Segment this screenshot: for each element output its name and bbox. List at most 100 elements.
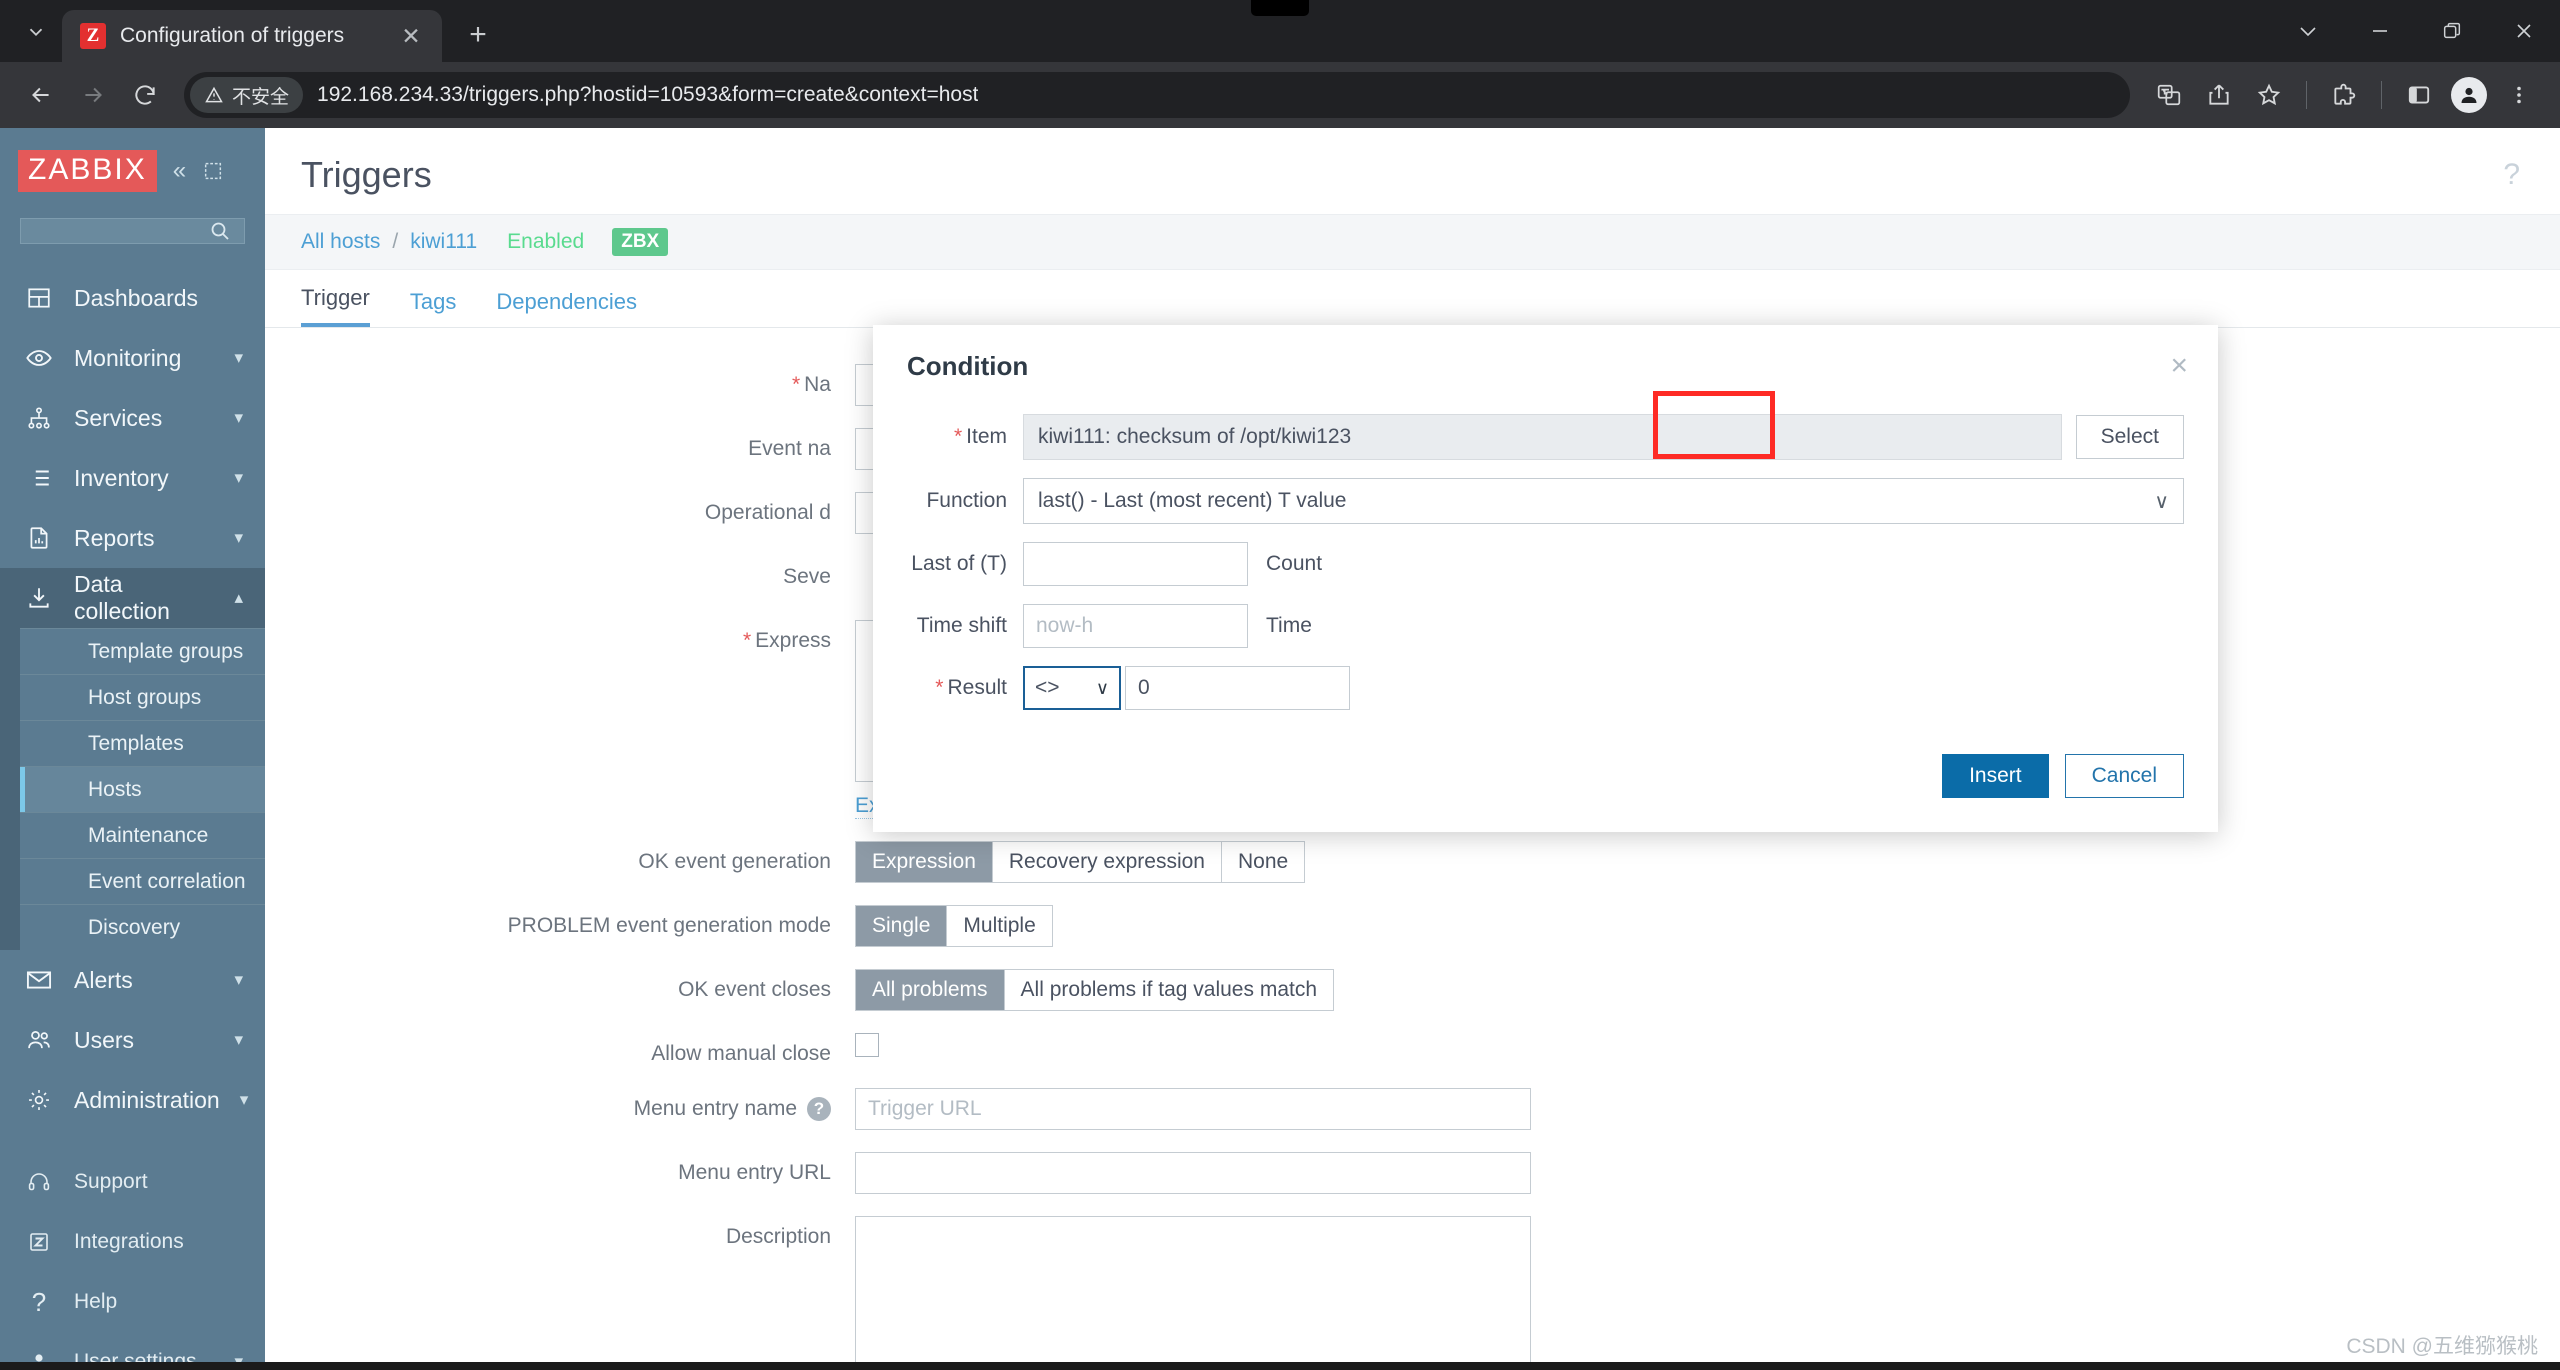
ok-event-generation-control: Expression Recovery expression None [855,841,2560,883]
sidebar-item-host-groups[interactable]: Host groups [20,674,265,720]
dialog-title: Condition [907,351,1029,381]
sub-item-label: Discovery [88,915,181,939]
side-panel-icon[interactable] [2396,72,2442,118]
sidebar-item-administration[interactable]: Administration ▾ [0,1070,265,1130]
host-status[interactable]: Enabled [507,230,584,254]
security-status-chip[interactable]: 不安全 [190,77,304,113]
function-select[interactable]: last() - Last (most recent) T value ∨ [1023,478,2184,524]
tab-search-icon[interactable] [10,6,62,58]
seg-all-problems-tag-match[interactable]: All problems if tag values match [1004,970,1334,1010]
seg-recovery-expression[interactable]: Recovery expression [992,842,1222,882]
item-value-field[interactable]: kiwi111: checksum of /opt/kiwi123 [1023,414,2062,460]
chevron-down-icon: ▾ [239,1090,249,1109]
sub-item-label: Hosts [88,777,142,801]
result-operator-select[interactable]: <> ∨ [1023,666,1121,710]
window-controls [2272,0,2560,62]
sidebar-item-alerts[interactable]: Alerts ▾ [0,950,265,1010]
seg-all-problems[interactable]: All problems [856,970,1005,1010]
close-tab-icon[interactable]: ✕ [396,23,426,50]
menu-entry-url-input[interactable] [855,1152,1531,1194]
toolbar-divider [2306,81,2307,109]
sidebar-item-support[interactable]: Support [0,1152,265,1212]
time-shift-input[interactable] [1023,604,1248,648]
seg-none[interactable]: None [1221,842,1305,882]
sidebar-item-data-collection[interactable]: Data collection ▴ [0,568,265,628]
sidebar-item-maintenance[interactable]: Maintenance [20,812,265,858]
allow-manual-close-checkbox[interactable] [855,1033,879,1057]
tab-tags[interactable]: Tags [410,289,456,327]
sidebar-item-hosts[interactable]: Hosts [20,766,265,812]
security-status-label: 不安全 [232,86,290,108]
page-help-icon[interactable]: ? [2503,158,2520,192]
reload-icon[interactable] [122,72,168,118]
profile-avatar[interactable] [2446,72,2492,118]
menu-entry-name-input[interactable] [855,1088,1531,1130]
page-header: Triggers ? [265,128,2560,214]
extensions-icon[interactable] [2321,72,2367,118]
sidebar-item-template-groups[interactable]: Template groups [20,628,265,674]
item-select-wrap: Select [2075,415,2184,459]
zabbix-logo[interactable]: ZABBIX [18,150,157,192]
collapse-sidebar-icon[interactable]: « [173,157,186,185]
sidebar-item-users[interactable]: Users ▾ [0,1010,265,1070]
tab-dependencies[interactable]: Dependencies [496,289,637,327]
sidebar-item-integrations[interactable]: Integrations [0,1212,265,1272]
last-of-t-input[interactable] [1023,542,1248,586]
tab-trigger[interactable]: Trigger [301,285,370,327]
dialog-cancel-button[interactable]: Cancel [2064,754,2184,798]
sidebar: ZABBIX « Dashboards Monitoring ▾ Service… [0,128,265,1370]
restore-icon[interactable] [2416,0,2488,62]
chevron-down-icon[interactable] [2272,0,2344,62]
insert-button[interactable]: Insert [1942,754,2049,798]
more-menu-icon[interactable] [2496,72,2542,118]
address-bar[interactable]: 不安全 192.168.234.33/triggers.php?hostid=1… [184,72,2130,118]
download-icon [24,583,54,613]
sidebar-item-label: Monitoring [74,344,182,371]
status-badge[interactable]: ZBX [612,228,669,256]
browser-tab[interactable]: Z Configuration of triggers ✕ [62,10,442,62]
label-operational-data: Operational d [704,501,831,524]
new-tab-button[interactable]: + [454,11,502,59]
translate-icon[interactable] [2146,72,2192,118]
report-chart-icon [24,523,54,553]
label-event-name: Event na [748,437,831,460]
bookmark-star-icon[interactable] [2246,72,2292,118]
sidebar-item-event-correlation[interactable]: Event correlation [20,858,265,904]
label-function: Function [926,489,1007,512]
menu-entry-name-help-icon[interactable]: ? [807,1097,831,1122]
sidebar-search-input[interactable] [20,218,245,244]
label-severity: Seve [783,565,831,588]
seg-expression[interactable]: Expression [856,842,993,882]
sub-item-label: Templates [88,731,184,755]
close-window-icon[interactable] [2488,0,2560,62]
breadcrumb-host[interactable]: kiwi111 [410,230,477,254]
seg-multiple[interactable]: Multiple [947,906,1052,946]
sidebar-item-help[interactable]: ? Help [0,1272,265,1332]
sidebar-item-templates[interactable]: Templates [20,720,265,766]
search-field[interactable] [33,219,203,243]
sidebar-item-discovery[interactable]: Discovery [20,904,265,950]
share-icon[interactable] [2196,72,2242,118]
sidebar-item-label: Integrations [74,1230,184,1253]
select-button[interactable]: Select [2075,415,2184,459]
forward-icon[interactable] [70,72,116,118]
sidebar-item-services[interactable]: Services ▾ [0,388,265,448]
gear-icon [24,1085,54,1115]
sidebar-item-monitoring[interactable]: Monitoring ▾ [0,328,265,388]
minimize-icon[interactable] [2344,0,2416,62]
description-textarea[interactable] [855,1216,1531,1370]
problem-event-mode-control: Single Multiple [855,905,2560,947]
sidebar-item-dashboards[interactable]: Dashboards [0,268,265,328]
browser-toolbar: 不安全 192.168.234.33/triggers.php?hostid=1… [0,62,2560,128]
sidebar-item-inventory[interactable]: Inventory ▾ [0,448,265,508]
menu-entry-url-wrap [855,1152,2560,1194]
back-icon[interactable] [18,72,64,118]
seg-single[interactable]: Single [856,906,948,946]
close-icon[interactable]: × [2170,351,2188,381]
result-value-input[interactable] [1125,666,1350,710]
breadcrumb-all-hosts[interactable]: All hosts [301,230,380,254]
expand-sidebar-icon[interactable] [202,160,224,182]
allow-manual-close-control [855,1033,2560,1063]
sidebar-header: ZABBIX « [0,142,265,202]
sidebar-item-reports[interactable]: Reports ▾ [0,508,265,568]
